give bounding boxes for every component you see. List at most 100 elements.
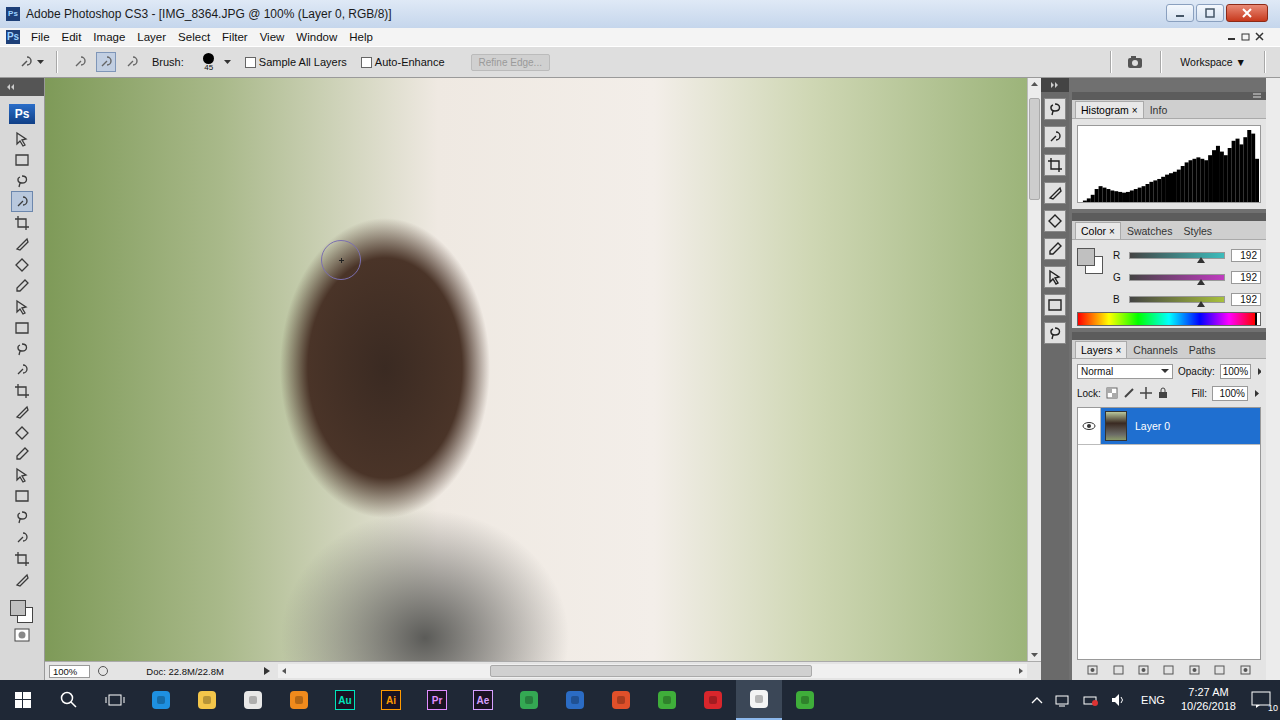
status-icon[interactable] — [96, 665, 110, 677]
doc-minimize-icon[interactable] — [1226, 32, 1238, 42]
selection-mode-button[interactable] — [122, 52, 142, 72]
panel-tab[interactable]: Swatches — [1122, 223, 1178, 239]
dock-button[interactable] — [1044, 266, 1066, 288]
tool-button[interactable] — [11, 212, 33, 233]
tab-close[interactable]: × — [1132, 105, 1138, 116]
panel-tab[interactable]: Styles — [1178, 223, 1217, 239]
layer-action-icon[interactable] — [1213, 664, 1226, 676]
tool-button[interactable] — [11, 443, 33, 464]
status-menu-icon[interactable] — [262, 666, 272, 676]
slider-thumb[interactable] — [1197, 279, 1205, 285]
refine-edge-button[interactable]: Refine Edge... — [471, 54, 550, 71]
channel-slider[interactable] — [1129, 296, 1225, 303]
vertical-scrollbar[interactable] — [1027, 78, 1041, 661]
scroll-thumb[interactable] — [490, 665, 812, 677]
tool-button[interactable] — [11, 338, 33, 359]
panel-tab[interactable]: Color× — [1075, 222, 1121, 239]
tool-button[interactable] — [11, 191, 33, 212]
scroll-thumb[interactable] — [1029, 98, 1040, 200]
close-button[interactable] — [1226, 4, 1268, 22]
taskbar-app[interactable]: Ae — [460, 680, 506, 720]
search-button[interactable] — [46, 680, 92, 720]
menu-item[interactable]: Filter — [217, 31, 253, 43]
menu-item[interactable]: Help — [344, 31, 378, 43]
doc-close-icon[interactable] — [1254, 32, 1266, 42]
taskbar-app[interactable] — [782, 680, 828, 720]
color-swatches[interactable] — [1077, 246, 1103, 276]
brush-picker[interactable]: 45 — [200, 53, 218, 72]
tool-button[interactable] — [11, 149, 33, 170]
blend-mode-select[interactable]: Normal — [1077, 364, 1173, 379]
panel-tab[interactable]: Paths — [1184, 342, 1221, 358]
clock[interactable]: 7:27 AM 10/26/2018 — [1181, 686, 1236, 714]
fill-field[interactable]: 100% — [1212, 386, 1248, 401]
dock-button[interactable] — [1044, 182, 1066, 204]
minimize-button[interactable] — [1166, 4, 1194, 22]
tool-button[interactable] — [11, 359, 33, 380]
slider-thumb[interactable] — [1197, 257, 1205, 263]
menu-item[interactable]: Edit — [57, 31, 87, 43]
taskbar-app[interactable]: Pr — [414, 680, 460, 720]
scroll-left-icon[interactable] — [278, 665, 290, 677]
taskbar-app[interactable] — [598, 680, 644, 720]
lock-position-icon[interactable] — [1140, 387, 1152, 399]
photo[interactable] — [45, 78, 1027, 661]
panel-tab[interactable]: Layers× — [1075, 341, 1127, 358]
taskbar-app[interactable] — [138, 680, 184, 720]
dock-button[interactable] — [1044, 154, 1066, 176]
tool-button[interactable] — [11, 275, 33, 296]
lock-all-icon[interactable] — [1157, 387, 1169, 399]
collapse-icon[interactable] — [6, 84, 16, 90]
dock-button[interactable] — [1044, 238, 1066, 260]
tool-button[interactable] — [11, 569, 33, 590]
tool-button[interactable] — [11, 464, 33, 485]
quick-mask-icon[interactable] — [14, 628, 30, 642]
layer-action-icon[interactable] — [1112, 664, 1125, 676]
zoom-field[interactable]: 100% — [49, 665, 90, 678]
menu-item[interactable]: Image — [88, 31, 130, 43]
layer-action-icon[interactable] — [1239, 664, 1252, 676]
channel-value[interactable]: 192 — [1231, 249, 1261, 262]
volume-icon[interactable] — [1111, 693, 1127, 707]
layer-row[interactable]: Layer 0 — [1078, 408, 1260, 445]
lock-transparency-icon[interactable] — [1106, 387, 1118, 399]
tab-close[interactable]: × — [1109, 226, 1115, 237]
panel-tab[interactable]: Histogram× — [1075, 101, 1144, 118]
foreground-color[interactable] — [10, 600, 26, 616]
layer-action-icon[interactable] — [1162, 664, 1175, 676]
dock-button[interactable] — [1044, 98, 1066, 120]
selection-mode-button[interactable] — [96, 52, 116, 72]
taskbar-app[interactable]: Ai — [368, 680, 414, 720]
tool-button[interactable] — [11, 317, 33, 338]
tool-button[interactable] — [11, 296, 33, 317]
tool-button[interactable] — [11, 254, 33, 275]
option-checkbox[interactable]: Auto-Enhance — [361, 56, 445, 68]
visibility-toggle[interactable] — [1078, 421, 1100, 431]
tool-button[interactable] — [11, 170, 33, 191]
taskbar-app[interactable] — [184, 680, 230, 720]
opacity-field[interactable]: 100% — [1220, 364, 1252, 379]
taskbar-app[interactable]: Au — [322, 680, 368, 720]
photoshop-logo[interactable]: Ps — [9, 104, 35, 124]
tab-close[interactable]: × — [1116, 345, 1122, 356]
network-icon[interactable] — [1055, 693, 1071, 707]
dock-button[interactable] — [1044, 322, 1066, 344]
doc-restore-icon[interactable] — [1240, 32, 1252, 42]
layer-action-icon[interactable] — [1188, 664, 1201, 676]
task-view-button[interactable] — [92, 680, 138, 720]
channel-value[interactable]: 192 — [1231, 293, 1261, 306]
channel-value[interactable]: 192 — [1231, 271, 1261, 284]
panel-tab[interactable]: Channels — [1128, 342, 1182, 358]
taskbar-app[interactable] — [230, 680, 276, 720]
language-indicator[interactable]: ENG — [1141, 694, 1165, 706]
menu-item[interactable]: File — [26, 31, 55, 43]
dock-button[interactable] — [1044, 210, 1066, 232]
battery-icon[interactable] — [1083, 693, 1099, 707]
option-checkbox[interactable]: Sample All Layers — [245, 56, 347, 68]
panel-tab[interactable]: Info — [1145, 102, 1173, 118]
horizontal-scrollbar[interactable] — [278, 664, 1027, 678]
tool-button[interactable] — [11, 128, 33, 149]
channel-slider[interactable] — [1129, 252, 1225, 259]
tool-button[interactable] — [11, 233, 33, 254]
layer-action-icon[interactable] — [1137, 664, 1150, 676]
